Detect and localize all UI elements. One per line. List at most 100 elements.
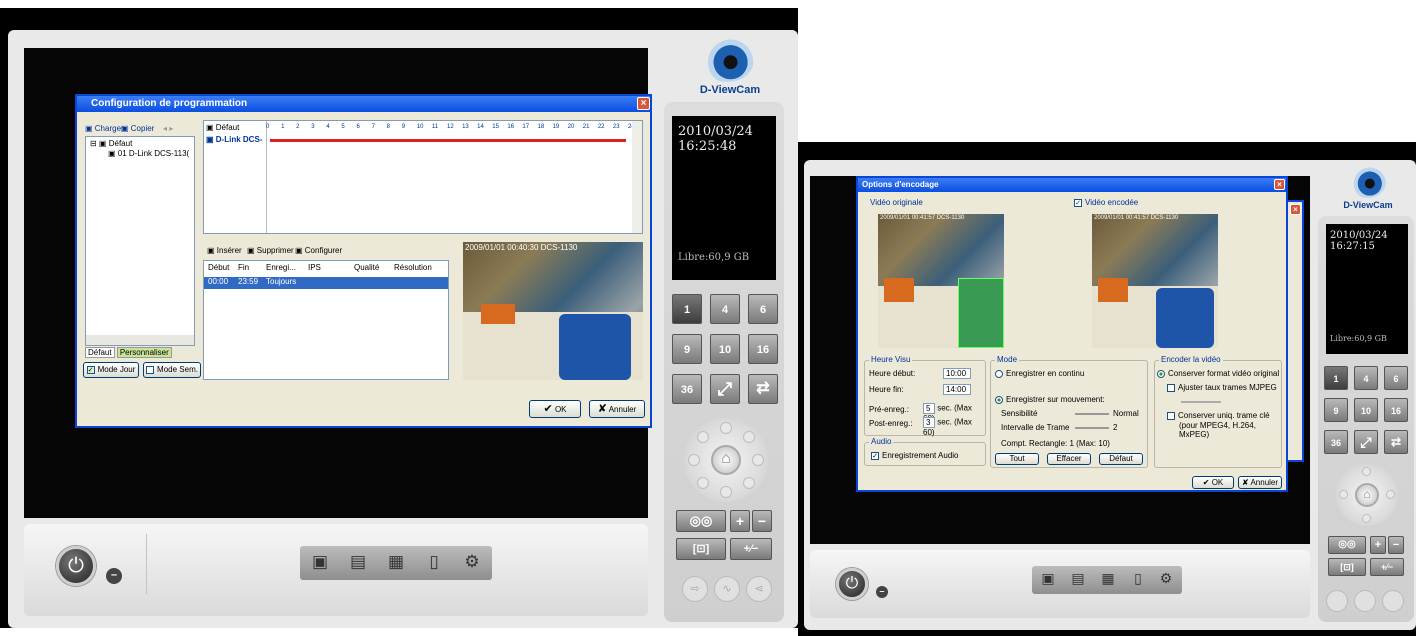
ptz-downright-button[interactable]: [743, 477, 755, 489]
start-time-value[interactable]: 10:00: [943, 367, 971, 379]
r-ptz-right-button[interactable]: [1386, 490, 1395, 499]
sensitivity-slider[interactable]: [1075, 413, 1109, 415]
nav-arrows-icon[interactable]: ◂ ▸: [163, 124, 173, 133]
power-icon[interactable]: ⏻: [56, 546, 96, 586]
tab-default[interactable]: Défaut: [85, 347, 115, 358]
layout-10-button[interactable]: 10: [710, 334, 740, 364]
layout-36-button[interactable]: 36: [672, 374, 702, 404]
zoom-in-icon[interactable]: +: [730, 510, 750, 532]
focus-icon[interactable]: [⊡]: [676, 538, 726, 560]
r-ptz-down-button[interactable]: [1362, 514, 1371, 523]
ptz-upright-button[interactable]: [743, 431, 755, 443]
mjpeg-slider[interactable]: [1181, 401, 1221, 403]
mode-day-button[interactable]: ✓ Mode Jour: [83, 362, 139, 378]
ptz-up-button[interactable]: [720, 422, 732, 434]
tab-custom[interactable]: Personnaliser: [116, 347, 172, 358]
r-layout-4-button[interactable]: 4: [1354, 366, 1378, 390]
ok-button[interactable]: ✔ OK: [529, 400, 581, 418]
audio-record-checkbox[interactable]: ✓ Enregistrement Audio: [871, 451, 959, 460]
r-zoom-in-icon[interactable]: +: [1370, 536, 1386, 554]
keep-original-radio[interactable]: Conserver format vidéo original: [1157, 369, 1281, 378]
encoded-video-checkbox[interactable]: ✓ Vidéo encodée: [1074, 198, 1138, 207]
r-document-icon[interactable]: ▯: [1126, 570, 1150, 587]
binoculars-icon[interactable]: ◎◎: [676, 510, 726, 532]
layout-6-button[interactable]: 6: [748, 294, 778, 324]
ptz-left-button[interactable]: [688, 454, 700, 466]
copy-button[interactable]: ▣ Copier: [121, 124, 154, 133]
end-time-value[interactable]: 14:00: [943, 383, 971, 395]
grid-scrollbar[interactable]: [632, 121, 642, 233]
layout-1-button[interactable]: 1: [672, 294, 702, 324]
ptz-home-icon[interactable]: ⌂: [711, 445, 741, 475]
cancel-button[interactable]: ✘ Annuler: [589, 400, 645, 418]
enc-ok-button[interactable]: ✔ OK: [1192, 476, 1234, 489]
all-button[interactable]: Tout: [995, 453, 1039, 465]
interval-slider[interactable]: [1075, 427, 1109, 429]
r-focus-icon[interactable]: [⊡]: [1328, 558, 1366, 576]
r-ptz-home-icon[interactable]: ⌂: [1355, 483, 1379, 507]
share-icon[interactable]: ⋖: [746, 576, 772, 602]
enc-cancel-button[interactable]: ✘ Annuler: [1238, 476, 1282, 489]
delete-button[interactable]: ▣ Supprimer: [247, 246, 294, 255]
r-playback-icon[interactable]: ▣: [1036, 570, 1060, 587]
load-button[interactable]: ▣ Charger: [85, 124, 124, 133]
default-button[interactable]: Défaut: [1099, 453, 1143, 465]
start-time-spinner[interactable]: 10:00: [943, 367, 971, 379]
plus-minus-icon[interactable]: +⁄−: [730, 538, 772, 560]
r-clapper-icon[interactable]: ▤: [1066, 570, 1090, 587]
clapper-icon[interactable]: ▤: [344, 552, 372, 572]
ptz-upleft-button[interactable]: [697, 431, 709, 443]
tree-scrollbar[interactable]: [86, 335, 194, 345]
r-audio-in-icon[interactable]: [1354, 590, 1376, 612]
r-ptz-up-button[interactable]: [1362, 467, 1371, 476]
configure-button[interactable]: ▣ Configurer: [295, 246, 342, 255]
minimize-icon[interactable]: –: [106, 568, 122, 584]
swap-view-icon[interactable]: ⇄: [748, 374, 778, 404]
r-ptz-left-button[interactable]: [1339, 490, 1348, 499]
mode-week-button[interactable]: Mode Sem.: [143, 362, 201, 378]
schedule-bar[interactable]: [270, 139, 626, 142]
r-schedule-icon[interactable]: ▦: [1096, 570, 1120, 587]
adjust-mjpeg-checkbox[interactable]: Ajuster taux trames MJPEG: [1167, 383, 1277, 392]
r-audio-out-icon[interactable]: [1326, 590, 1348, 612]
layout-4-button[interactable]: 4: [710, 294, 740, 324]
r-zoom-out-icon[interactable]: −: [1388, 536, 1404, 554]
table-row[interactable]: 00:00 23:59 Toujours: [204, 277, 448, 289]
r-layout-36-button[interactable]: 36: [1324, 430, 1348, 454]
end-time-spinner[interactable]: 14:00: [943, 383, 971, 395]
playback-icon[interactable]: ▣: [306, 552, 334, 572]
fullscreen-icon[interactable]: ⤢: [710, 374, 740, 404]
ptz-right-button[interactable]: [752, 454, 764, 466]
post-record-input[interactable]: 3: [923, 417, 935, 428]
document-icon[interactable]: ▯: [420, 552, 448, 572]
audio-out-icon[interactable]: ⇨: [682, 576, 708, 602]
clear-button[interactable]: Effacer: [1047, 453, 1091, 465]
r-layout-9-button[interactable]: 9: [1324, 398, 1348, 422]
tree-root[interactable]: ⊟ ▣ Défaut: [86, 137, 194, 148]
r-gear-icon[interactable]: ⚙: [1154, 570, 1178, 587]
motion-radio[interactable]: Enregistrer sur mouvement:: [995, 395, 1105, 404]
r-fullscreen-icon[interactable]: ⤢: [1354, 430, 1378, 454]
schedule-icon[interactable]: ▦: [382, 552, 410, 572]
r-swap-view-icon[interactable]: ⇄: [1384, 430, 1408, 454]
gear-icon[interactable]: ⚙: [458, 552, 486, 572]
zoom-out-icon[interactable]: −: [752, 510, 772, 532]
r-power-icon[interactable]: ⏻: [836, 568, 868, 600]
close-icon[interactable]: ×: [637, 97, 650, 110]
insert-button[interactable]: ▣ Insérer: [207, 246, 242, 255]
motion-region[interactable]: [958, 278, 1004, 348]
enc-close-icon[interactable]: ×: [1274, 179, 1285, 190]
r-binoculars-icon[interactable]: ◎◎: [1328, 536, 1366, 554]
r-layout-6-button[interactable]: 6: [1384, 366, 1408, 390]
layout-16-button[interactable]: 16: [748, 334, 778, 364]
background-close-icon[interactable]: ×: [1290, 204, 1301, 215]
tree-camera-item[interactable]: ▣ 01 D-Link DCS-113(: [86, 148, 194, 158]
continuous-radio[interactable]: Enregistrer en continu: [995, 369, 1084, 378]
r-minimize-icon[interactable]: –: [876, 586, 888, 598]
ptz-down-button[interactable]: [720, 486, 732, 498]
r-layout-10-button[interactable]: 10: [1354, 398, 1378, 422]
r-plus-minus-icon[interactable]: +⁄−: [1370, 558, 1404, 576]
keyframe-checkbox[interactable]: Conserver uniq. trame clé: [1167, 411, 1270, 420]
audio-in-icon[interactable]: ∿: [714, 576, 740, 602]
r-layout-16-button[interactable]: 16: [1384, 398, 1408, 422]
